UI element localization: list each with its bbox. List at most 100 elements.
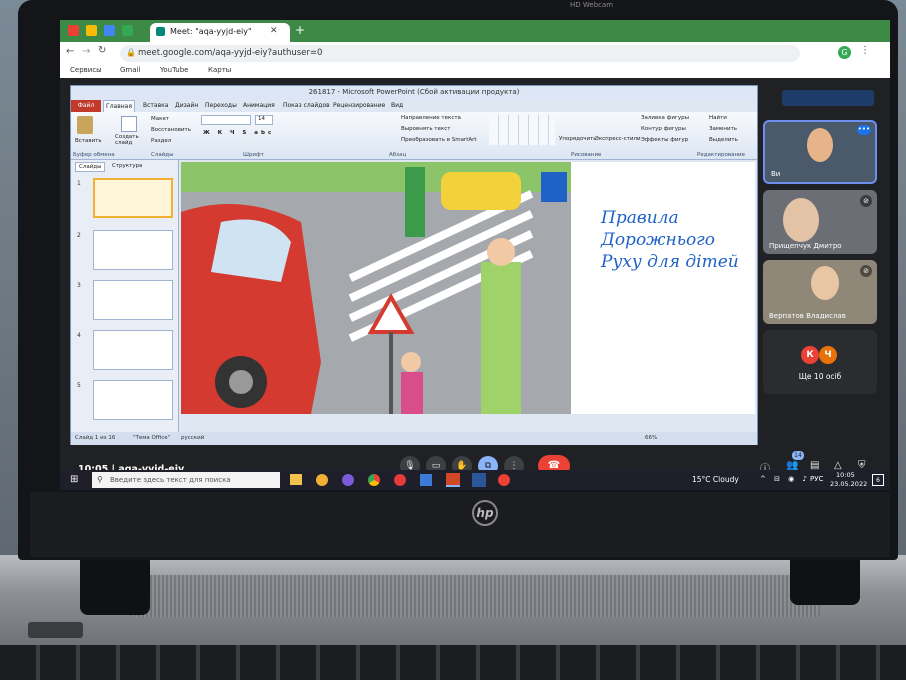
ppt-ribbon-tabs: Файл Главная Вставка Дизайн Переходы Ани… bbox=[71, 100, 757, 112]
language-indicator: русский bbox=[181, 435, 205, 441]
opera-icon[interactable] bbox=[394, 474, 406, 486]
powerpoint-icon[interactable] bbox=[446, 473, 460, 487]
smartart-button[interactable]: Преобразовать в SmartArt bbox=[401, 137, 477, 143]
close-tab-icon[interactable]: ✕ bbox=[270, 26, 278, 36]
quick-styles-button[interactable]: Экспресс-стили bbox=[595, 136, 641, 142]
notification-center[interactable]: 6 bbox=[872, 474, 884, 486]
text-direction-button[interactable]: Направление текста bbox=[401, 115, 461, 121]
windows-start-icon[interactable]: ⊞ bbox=[70, 474, 78, 485]
reset-button[interactable]: Восстановить bbox=[151, 127, 191, 133]
arrange-button[interactable]: Упорядочить bbox=[559, 136, 597, 142]
file-explorer-icon[interactable] bbox=[290, 474, 302, 485]
tab-design[interactable]: Дизайн bbox=[175, 102, 198, 109]
tab-home[interactable]: Главная bbox=[103, 100, 135, 112]
shape-outline-button[interactable]: Контур фигуры bbox=[641, 126, 686, 132]
input-language[interactable]: РУС bbox=[810, 475, 823, 483]
new-slide-button[interactable]: Создать слайд bbox=[115, 134, 145, 146]
paste-button[interactable]: Вставить bbox=[75, 138, 102, 144]
tab-file[interactable]: Файл bbox=[71, 100, 101, 112]
road-illustration bbox=[181, 162, 571, 414]
bookmark-maps[interactable]: Карты bbox=[208, 66, 231, 74]
participant-tile[interactable]: ••• Ви bbox=[763, 120, 877, 184]
shape-effects-button[interactable]: Эффекты фигур bbox=[641, 137, 688, 143]
align-text-button[interactable]: Выровнять текст bbox=[401, 126, 450, 132]
slide-thumbnail[interactable] bbox=[93, 280, 173, 320]
viber-icon[interactable] bbox=[342, 474, 354, 486]
slide-counter: Слайд 1 из 16 bbox=[75, 435, 116, 441]
app-icon[interactable] bbox=[420, 474, 432, 486]
chrome-profile-icon[interactable] bbox=[498, 474, 510, 486]
speaker-grille bbox=[130, 575, 820, 617]
slide-canvas[interactable]: Правила Дорожнього Руху для дітей bbox=[181, 162, 755, 414]
theme-name: "Тема Office" bbox=[133, 435, 171, 441]
taskbar-time[interactable]: 10:05 bbox=[836, 471, 855, 479]
bookmark-youtube[interactable]: YouTube bbox=[160, 66, 188, 74]
taskbar-search[interactable]: ⚲ Введите здесь текст для поиска bbox=[92, 472, 280, 488]
hp-logo: hp bbox=[472, 500, 498, 526]
thumb-number: 3 bbox=[77, 282, 81, 289]
app-icon[interactable] bbox=[316, 474, 328, 486]
tab-outline[interactable]: Структура bbox=[109, 162, 145, 170]
font-format-buttons[interactable]: Ж К Ч S abc bbox=[203, 130, 274, 136]
slide-thumbnail[interactable] bbox=[93, 380, 173, 420]
pinned-tab-icon[interactable] bbox=[68, 25, 79, 36]
section-button[interactable]: Раздел bbox=[151, 138, 171, 144]
tab-review[interactable]: Рецензирование bbox=[333, 102, 385, 109]
tab-insert[interactable]: Вставка bbox=[143, 102, 168, 109]
more-options-icon[interactable]: ••• bbox=[857, 125, 871, 135]
pinned-tab-icon[interactable] bbox=[86, 25, 97, 36]
power-button[interactable] bbox=[28, 622, 83, 638]
participant-name: Прищепчук Дмитро bbox=[769, 242, 842, 250]
new-tab-button[interactable]: + bbox=[295, 23, 305, 37]
select-button[interactable]: Выделить bbox=[709, 137, 738, 143]
avatar: Ч bbox=[819, 346, 837, 364]
profile-avatar[interactable]: G bbox=[838, 46, 851, 59]
lock-icon: 🔒 bbox=[126, 48, 136, 57]
slide-thumbnail[interactable] bbox=[93, 230, 173, 270]
shapes-gallery[interactable] bbox=[489, 115, 555, 145]
find-button[interactable]: Найти bbox=[709, 115, 727, 121]
tab-meet[interactable]: Meet: "aqa-yyjd-eiy" bbox=[150, 23, 290, 42]
tab-animation[interactable]: Анимация bbox=[243, 102, 275, 109]
tray-icons[interactable]: ^ ⊟ ◉ ♪ bbox=[760, 475, 810, 483]
slide-thumbnail[interactable] bbox=[93, 330, 173, 370]
ppt-title-bar: 261817 - Microsoft PowerPoint (Сбой акти… bbox=[71, 86, 757, 100]
windows-taskbar: ⊞ ⚲ Введите здесь текст для поиска 15°C … bbox=[60, 470, 890, 490]
chrome-icon[interactable] bbox=[368, 474, 380, 486]
font-size-field[interactable]: 14 bbox=[255, 115, 273, 125]
tab-slideshow[interactable]: Показ слайдов bbox=[283, 102, 330, 109]
slide-thumbnail[interactable] bbox=[93, 178, 173, 218]
taskbar-date[interactable]: 23.05.2022 bbox=[830, 480, 867, 488]
replace-button[interactable]: Заменить bbox=[709, 126, 737, 132]
group-paragraph: Абзац bbox=[389, 152, 407, 158]
forward-icon[interactable]: → bbox=[82, 46, 90, 57]
new-slide-icon bbox=[121, 116, 137, 132]
word-icon[interactable] bbox=[472, 473, 486, 487]
tab-transitions[interactable]: Переходы bbox=[205, 102, 237, 109]
address-bar[interactable]: 🔒 meet.google.com/aqa-yyjd-eiy?authuser=… bbox=[120, 45, 800, 62]
participant-tile[interactable]: ⊘ Верпатов Владислав bbox=[763, 260, 877, 324]
back-icon[interactable]: ← bbox=[66, 46, 74, 57]
shape-fill-button[interactable]: Заливка фигуры bbox=[641, 115, 689, 121]
participant-video bbox=[811, 266, 839, 300]
font-name-field[interactable] bbox=[201, 115, 251, 125]
menu-icon[interactable]: ⋮ bbox=[860, 45, 870, 56]
slide-title: Правила Дорожнього Руху для дітей bbox=[601, 208, 739, 272]
webcam-label: HD Webcam bbox=[570, 1, 614, 9]
group-editing: Редактирование bbox=[697, 152, 745, 158]
bookmark-apps[interactable]: Сервисы bbox=[70, 66, 102, 74]
participant-tile[interactable]: ⊘ Прищепчук Дмитро bbox=[763, 190, 877, 254]
search-icon: ⚲ bbox=[97, 475, 103, 484]
tab-slides[interactable]: Слайды bbox=[75, 162, 106, 172]
bookmarks-bar: Сервисы Gmail YouTube Карты bbox=[60, 64, 890, 78]
reload-icon[interactable]: ↻ bbox=[98, 45, 106, 56]
pinned-tab-icon[interactable] bbox=[104, 25, 115, 36]
presenting-badge bbox=[782, 90, 874, 106]
pinned-tab-icon[interactable] bbox=[122, 25, 133, 36]
zoom-level[interactable]: 66% bbox=[645, 435, 657, 441]
more-participants-tile[interactable]: К Ч Ще 10 осіб bbox=[763, 330, 877, 394]
weather[interactable]: 15°C Cloudy bbox=[692, 475, 739, 484]
bookmark-gmail[interactable]: Gmail bbox=[120, 66, 140, 74]
tab-view[interactable]: Вид bbox=[391, 102, 403, 109]
layout-button[interactable]: Макет bbox=[151, 116, 169, 122]
